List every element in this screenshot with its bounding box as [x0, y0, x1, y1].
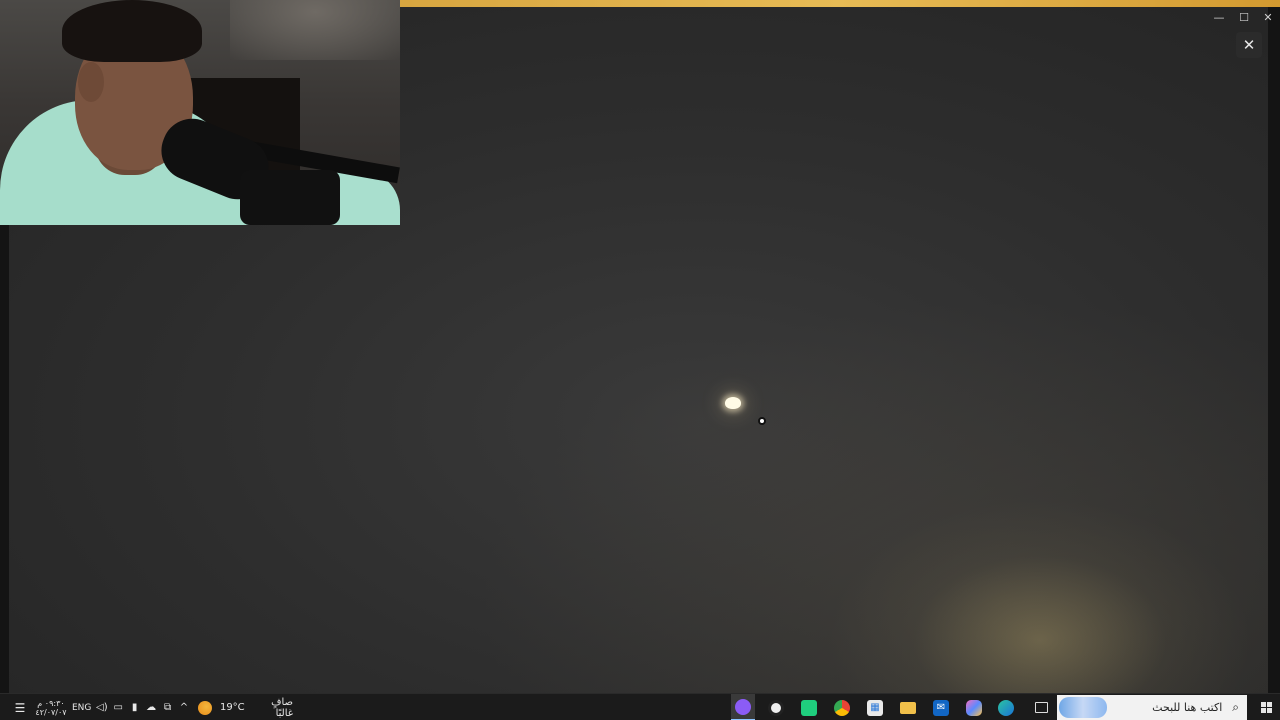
maximize-button[interactable]: ☐	[1233, 10, 1255, 26]
taskbar-app-chrome[interactable]	[830, 694, 854, 720]
notification-icon: ☰	[14, 700, 26, 715]
search-icon: ⌕	[1232, 700, 1239, 714]
clock-date: ٤٢/٠٧/٠٧	[35, 707, 67, 717]
webcam-background-light	[230, 0, 400, 60]
taskbar-app-task-view[interactable]	[1029, 694, 1053, 720]
taskbar: اكتب هنا للبحث ⌕ ✉ ▦ 19°C صافٍ غالبًا ^ …	[0, 693, 1280, 720]
network-device-icon[interactable]: ⧉	[162, 702, 174, 713]
close-icon: ✕	[1242, 36, 1256, 54]
taskbar-app-store[interactable]: ▦	[863, 694, 887, 720]
minimize-button[interactable]: —	[1208, 10, 1230, 26]
webcam-overlay	[0, 0, 400, 225]
microphone-icon[interactable]: ▮	[129, 702, 141, 713]
taskbar-clock[interactable]: ٠٩:٣٠ م ٤٢/٠٧/٠٧	[30, 694, 72, 720]
system-tray: ^ ⧉ ☁ ▮ ▭ ◁) ENG	[72, 694, 190, 720]
window-close-button[interactable]: ✕	[1257, 10, 1279, 26]
edge-icon	[998, 699, 1014, 716]
onedrive-icon[interactable]: ☁	[145, 702, 157, 713]
taskbar-app-green-app[interactable]	[797, 694, 821, 720]
discord-icon	[735, 698, 751, 715]
copilot-icon	[966, 699, 982, 716]
webcam-person-ear	[78, 62, 104, 102]
webcam-person-hair	[62, 0, 202, 62]
window-accent-bar	[400, 0, 1280, 7]
taskbar-app-outlook[interactable]: ✉	[929, 694, 953, 720]
clock-time: ٠٩:٣٠ م	[37, 698, 65, 708]
chrome-icon	[834, 699, 850, 716]
display-icon[interactable]: ▭	[112, 702, 124, 713]
weather-temperature: 19°C	[219, 702, 245, 713]
green-app-icon	[801, 699, 817, 716]
window-right-edge	[1268, 7, 1280, 693]
close-viewer-button[interactable]: ✕	[1236, 32, 1262, 58]
chevron-up-icon[interactable]: ^	[178, 702, 190, 713]
desktop-screen: — ☐ ✕ ✕ اكتب هنا للبحث ⌕ ✉ ▦ 19°C صافٍ غ…	[0, 0, 1280, 720]
taskbar-search-box[interactable]: اكتب هنا للبحث ⌕	[1057, 695, 1247, 720]
moon-light-spot	[725, 397, 741, 409]
taskbar-app-obs[interactable]	[764, 694, 788, 720]
outlook-icon: ✉	[933, 699, 949, 716]
notification-button[interactable]: ☰	[11, 694, 29, 720]
obs-icon	[768, 699, 784, 716]
mouse-cursor	[758, 417, 766, 425]
language-indicator[interactable]: ENG	[72, 703, 91, 713]
start-button[interactable]	[1253, 694, 1280, 720]
taskbar-app-file-explorer[interactable]	[896, 694, 920, 720]
weather-widget[interactable]: 19°C صافٍ غالبًا	[198, 694, 293, 720]
search-placeholder: اكتب هنا للبحث	[1152, 701, 1223, 714]
webcam-mic-stand	[240, 170, 340, 225]
weather-sun-icon	[198, 700, 212, 715]
store-icon: ▦	[867, 699, 883, 716]
volume-icon[interactable]: ◁)	[96, 702, 108, 713]
weather-description: صافٍ غالبًا	[271, 696, 293, 719]
window-left-edge	[0, 225, 9, 693]
folder-icon	[900, 701, 916, 714]
task-view-icon	[1034, 702, 1048, 713]
taskbar-app-edge[interactable]	[994, 694, 1018, 720]
search-highlight-art	[1059, 697, 1107, 718]
taskbar-app-copilot[interactable]	[962, 694, 986, 720]
windows-logo-icon	[1261, 702, 1272, 713]
taskbar-app-discord[interactable]	[731, 694, 755, 720]
